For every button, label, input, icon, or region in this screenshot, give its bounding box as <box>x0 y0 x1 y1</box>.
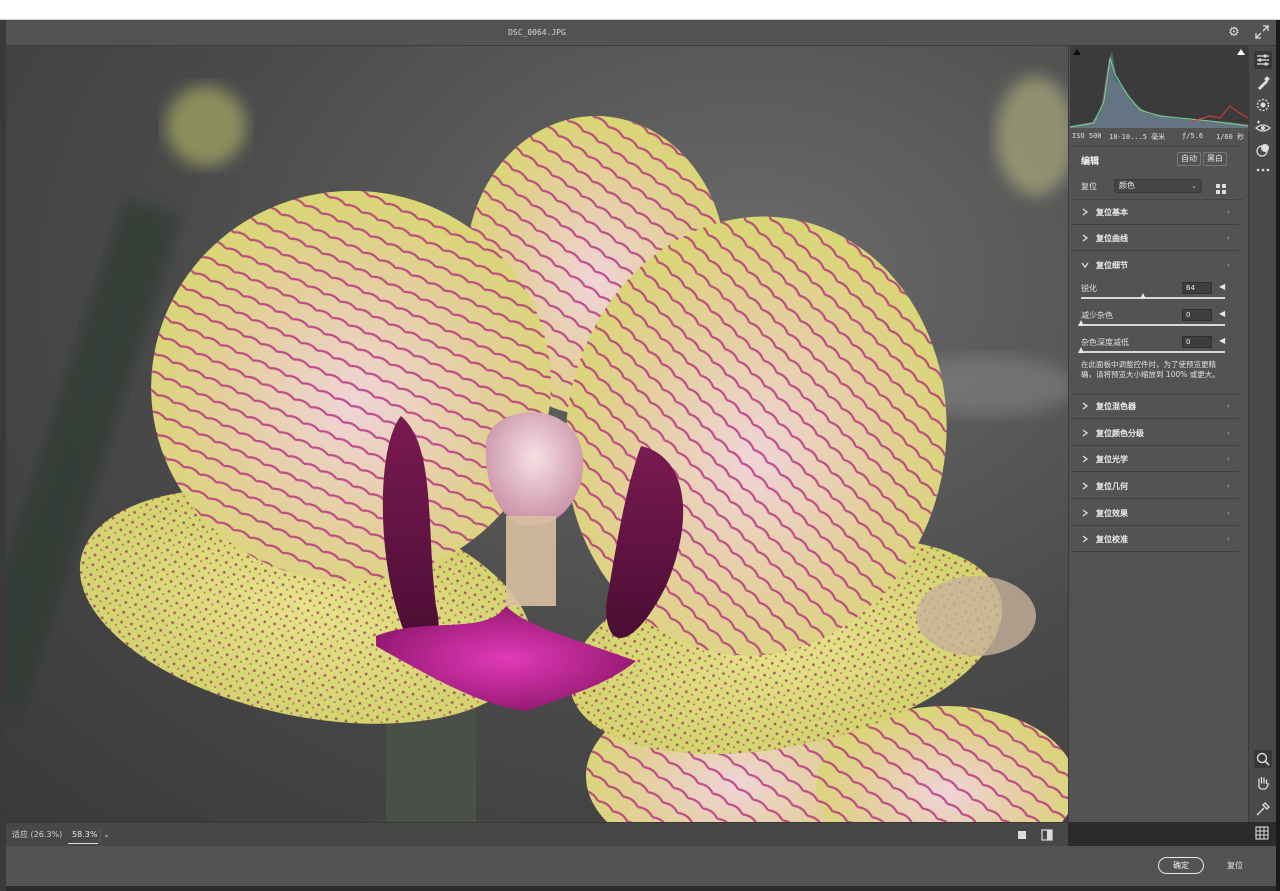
section-label: 复位曲线 <box>1096 234 1128 243</box>
section-label: 复位颜色分级 <box>1096 429 1144 438</box>
slider-label-sharpen: 锐化 <box>1081 284 1097 293</box>
exif-aperture: ƒ/5.6 <box>1182 132 1204 140</box>
section-label: 复位光学 <box>1096 455 1128 464</box>
chevron-right-icon <box>1082 402 1089 410</box>
section-detail[interactable]: 复位细节 › <box>1071 253 1239 278</box>
chevron-right-icon <box>1082 535 1089 543</box>
chevron-right-icon <box>1082 455 1089 463</box>
section-arrow-icon: › <box>1227 402 1230 410</box>
shadow-clipping-icon[interactable] <box>1072 48 1082 56</box>
reset-button[interactable]: 复位 <box>1218 857 1252 874</box>
black-white-button[interactable]: 黑白 <box>1203 152 1227 166</box>
section-arrow-icon: › <box>1227 261 1230 269</box>
section-arrow-icon: › <box>1227 509 1230 517</box>
color-noise-value-input[interactable]: 0 <box>1182 336 1212 348</box>
sharpen-value-input[interactable]: 64 <box>1182 282 1212 294</box>
divider <box>1073 146 1243 147</box>
zoom-dropdown-icon[interactable]: ⌄ <box>100 827 112 843</box>
right-edge <box>1276 20 1280 891</box>
settings-gear-icon[interactable]: ⚙ <box>1226 25 1242 41</box>
hand-pan-icon[interactable] <box>1254 774 1272 792</box>
highlight-clipping-icon[interactable] <box>1236 48 1246 56</box>
exif-info: ISO 500 18-10...5 毫米 ƒ/5.6 1/60 秒 <box>1069 128 1249 146</box>
section-label: 复位效果 <box>1096 509 1128 518</box>
color-noise-slider-track[interactable] <box>1078 347 1225 353</box>
section-effects[interactable]: 复位效果 › <box>1071 501 1239 526</box>
top-strip <box>0 0 1280 20</box>
edit-panel: ISO 500 18-10...5 毫米 ƒ/5.6 1/60 秒 编辑 自动 … <box>1068 46 1248 822</box>
section-label: 复位校准 <box>1096 535 1128 544</box>
section-arrow-icon: › <box>1227 535 1230 543</box>
noise-value-input[interactable]: 0 <box>1182 309 1212 321</box>
zoom-magnifier-icon[interactable] <box>1254 750 1272 768</box>
section-color-grading[interactable]: 复位颜色分级 › <box>1071 421 1239 446</box>
color-noise-slider-thumb[interactable] <box>1078 347 1084 353</box>
sharpen-slider-thumb[interactable] <box>1139 293 1146 299</box>
zoom-fit-label[interactable]: 适应 (26.3%) <box>12 823 62 847</box>
zoom-value[interactable]: 58.3% <box>68 826 98 844</box>
eyedropper-icon[interactable] <box>1254 800 1272 818</box>
profile-dropdown-icon: ⌄ <box>1191 182 1197 190</box>
chevron-down-icon <box>1081 262 1089 269</box>
more-options-icon[interactable] <box>1254 161 1272 179</box>
noise-slider-thumb[interactable] <box>1078 320 1084 326</box>
orchid-photo <box>6 76 1068 822</box>
detail-zoom-note: 在此面板中调整控件时，为了使预览更精确，请将预览大小缩放到 100% 或更大。 <box>1081 360 1220 379</box>
exif-focal: 18-10...5 毫米 <box>1109 133 1166 141</box>
profile-value: 颜色 <box>1119 181 1135 190</box>
profile-label: 复位 <box>1081 182 1097 191</box>
profile-browser-icon[interactable] <box>1215 180 1227 194</box>
ok-button[interactable]: 确定 <box>1158 857 1204 874</box>
presets-icon[interactable] <box>1254 141 1272 159</box>
sharpen-slider-track[interactable] <box>1081 293 1225 299</box>
exif-iso: ISO 500 <box>1072 132 1102 140</box>
section-basic[interactable]: 复位基本 › <box>1071 200 1239 225</box>
section-arrow-icon: › <box>1227 482 1230 490</box>
chevron-right-icon <box>1082 509 1089 517</box>
section-geometry[interactable]: 复位几何 › <box>1071 474 1239 499</box>
healing-brush-icon[interactable] <box>1254 74 1272 92</box>
chevron-right-icon <box>1082 208 1089 216</box>
section-curves[interactable]: 复位曲线 › <box>1071 226 1239 251</box>
dialog-footer: 确定 复位 <box>6 846 1276 886</box>
sharpen-reset-arrow-icon[interactable]: ◀ <box>1219 282 1225 291</box>
single-view-icon[interactable] <box>1014 827 1030 843</box>
grid-overlay-icon[interactable] <box>1253 824 1271 842</box>
profile-select[interactable]: 颜色 ⌄ <box>1114 179 1202 193</box>
noise-slider-track[interactable] <box>1078 320 1225 326</box>
section-arrow-icon: › <box>1227 208 1230 216</box>
fullscreen-expand-icon[interactable] <box>1254 25 1270 41</box>
auto-button[interactable]: 自动 <box>1177 152 1201 166</box>
section-arrow-icon: › <box>1227 429 1230 437</box>
section-label: 复位细节 <box>1096 261 1128 270</box>
section-arrow-icon: › <box>1227 234 1230 242</box>
chevron-right-icon <box>1082 234 1089 242</box>
section-optics[interactable]: 复位光学 › <box>1071 447 1239 472</box>
edit-sliders-icon[interactable] <box>1254 51 1272 69</box>
masking-icon[interactable] <box>1254 96 1272 114</box>
slider-label-color-noise: 杂色深度减低 <box>1081 338 1129 347</box>
section-calibration[interactable]: 复位校准 › <box>1071 527 1239 552</box>
color-noise-reset-arrow-icon[interactable]: ◀ <box>1219 336 1225 345</box>
red-eye-icon[interactable] <box>1254 119 1272 137</box>
preview-status-bar: 适应 (26.3%) 58.3% ⌄ <box>6 822 1068 846</box>
section-label: 复位混色器 <box>1096 402 1136 411</box>
section-label: 复位几何 <box>1096 482 1128 491</box>
exif-shutter: 1/60 秒 <box>1216 133 1245 141</box>
before-after-view-icon[interactable] <box>1039 827 1055 843</box>
image-preview[interactable] <box>6 46 1068 822</box>
slider-label-noise: 减少杂色 <box>1081 311 1113 320</box>
section-label: 复位基本 <box>1096 208 1128 217</box>
tool-strip <box>1248 46 1276 822</box>
noise-reset-arrow-icon[interactable]: ◀ <box>1219 309 1225 318</box>
section-arrow-icon: › <box>1227 455 1230 463</box>
edit-title: 编辑 <box>1081 157 1100 167</box>
title-bar: DSC_0064.JPG ⚙ <box>6 20 1276 46</box>
chevron-right-icon <box>1082 482 1089 490</box>
histogram <box>1070 46 1248 128</box>
file-name: DSC_0064.JPG <box>508 28 566 37</box>
section-mixer[interactable]: 复位混色器 › <box>1071 394 1239 419</box>
chevron-right-icon <box>1082 429 1089 437</box>
